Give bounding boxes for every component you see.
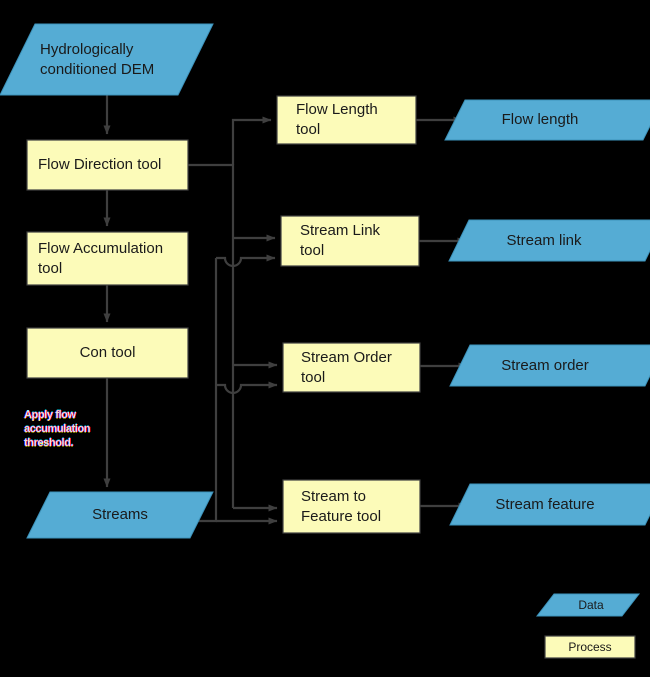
node-shape-stream-to-feature-tool[interactable]	[282, 479, 421, 534]
node-shape-flow-accumulation-tool[interactable]	[26, 231, 189, 286]
legend-label-process: Process	[568, 640, 612, 654]
node-shape-hydro-dem[interactable]	[0, 23, 214, 96]
node-shape-streams[interactable]	[26, 491, 214, 539]
node-shape-layer	[0, 23, 650, 659]
node-shape-stream-link-data[interactable]	[448, 219, 650, 262]
node-shape-flow-length-tool[interactable]	[276, 95, 417, 145]
flowchart-canvas: Hydrologically conditioned DEM Flow Dire…	[0, 0, 650, 677]
legend-label-data: Data	[578, 598, 604, 612]
node-shape-stream-link-tool[interactable]	[280, 215, 420, 267]
node-shape-flow-direction-tool[interactable]	[26, 139, 189, 191]
node-shape-flow-length-data[interactable]	[444, 99, 650, 141]
node-shape-con-tool[interactable]	[26, 327, 189, 379]
node-shape-stream-order-tool[interactable]	[282, 342, 421, 393]
node-shape-stream-order-data[interactable]	[449, 344, 650, 387]
node-shape-stream-feature-data[interactable]	[449, 483, 650, 526]
